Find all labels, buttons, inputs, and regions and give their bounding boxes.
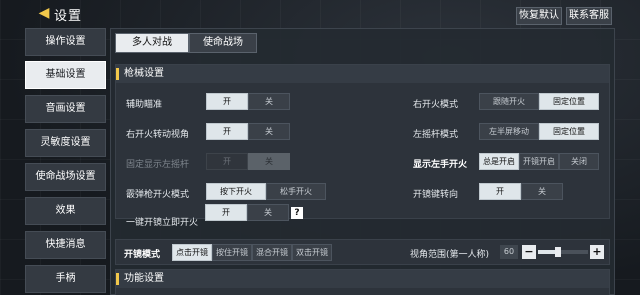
fov-slider-thumb[interactable] — [555, 247, 561, 257]
sidebar-item-controller[interactable]: 手柄 — [25, 265, 106, 293]
fixed-left-stick-off: 关 — [248, 153, 290, 170]
sidebar-item-audio-video[interactable]: 音画设置 — [25, 95, 106, 123]
scope-key-turn-on[interactable]: 开 — [479, 183, 521, 200]
contact-support-button[interactable]: 联系客服 — [566, 7, 612, 25]
aim-assist-on[interactable]: 开 — [206, 93, 248, 110]
fixed-left-stick-on: 开 — [206, 153, 248, 170]
section-title-gun: 枪械设置 — [116, 65, 609, 83]
tab-multiplayer[interactable]: 多人对战 — [115, 33, 189, 53]
shotgun-fire-mode-label: 霰弹枪开火模式 — [126, 190, 190, 200]
sidebar: 操作设置 基础设置 音画设置 灵敏度设置 使命战场设置 效果 快捷消息 手柄 — [25, 28, 106, 295]
fov-value: 60 — [500, 245, 518, 259]
sidebar-item-battle-royale[interactable]: 使命战场设置 — [25, 163, 106, 191]
one-tap-scope-fire-on[interactable]: 开 — [205, 204, 247, 221]
scope-mode-label: 开镜模式 — [124, 250, 161, 260]
section-title-function: 功能设置 — [116, 270, 609, 288]
shotgun-release-fire[interactable]: 松手开火 — [266, 183, 326, 200]
left-fire-on-scope[interactable]: 开镜开启 — [519, 153, 559, 170]
left-fire-always[interactable]: 总是开启 — [479, 153, 519, 170]
right-fire-turn-label: 右开火转动视角 — [126, 130, 190, 140]
main-panel: 多人对战 使命战场 枪械设置 辅助瞄准 开 关 右开火转动视角 开 关 固定显示… — [110, 28, 615, 295]
header: ◀ 设置 恢复默认 联系客服 — [0, 0, 640, 28]
right-fire-follow[interactable]: 跟随开火 — [479, 93, 539, 110]
show-left-fire-label: 显示左手开火 — [413, 160, 468, 170]
right-fire-turn-on[interactable]: 开 — [206, 123, 248, 140]
left-stick-half-screen[interactable]: 左半屏移动 — [479, 123, 539, 140]
back-chevron-icon[interactable]: ◀ — [36, 4, 52, 22]
fov-slider[interactable] — [538, 247, 588, 257]
gun-settings-section: 枪械设置 辅助瞄准 开 关 右开火转动视角 开 关 固定显示左摇杆 开 关 霰弹… — [115, 64, 610, 228]
sidebar-item-controls[interactable]: 操作设置 — [25, 28, 106, 56]
restore-default-button[interactable]: 恢复默认 — [516, 7, 562, 25]
scope-mode-tap[interactable]: 点击开镜 — [172, 244, 212, 261]
page-title: 设置 — [54, 9, 83, 24]
right-fire-fixed[interactable]: 固定位置 — [539, 93, 599, 110]
scope-key-turn-off[interactable]: 关 — [521, 183, 563, 200]
one-tap-scope-fire-off[interactable]: 关 — [247, 204, 289, 221]
fov-label: 视角范围(第一人称) — [410, 250, 490, 260]
left-fire-off[interactable]: 关闭 — [559, 153, 599, 170]
scope-mode-hold[interactable]: 按住开镜 — [212, 244, 252, 261]
aim-assist-off[interactable]: 关 — [248, 93, 290, 110]
fov-plus-button[interactable]: + — [590, 245, 604, 259]
sidebar-item-quick-messages[interactable]: 快捷消息 — [25, 231, 106, 259]
one-tap-scope-fire-label: 一键开镜立即开火 — [126, 218, 199, 228]
sidebar-item-basic[interactable]: 基础设置 — [25, 61, 106, 89]
function-settings-section: 功能设置 — [115, 269, 610, 295]
tab-battle-royale[interactable]: 使命战场 — [189, 33, 257, 53]
scope-mode-mixed[interactable]: 混合开镜 — [252, 244, 292, 261]
left-stick-mode-label: 左摇杆模式 — [413, 130, 459, 140]
scope-key-turn-label: 开镜键转向 — [413, 190, 459, 200]
right-fire-mode-label: 右开火模式 — [413, 100, 459, 110]
sidebar-item-sensitivity[interactable]: 灵敏度设置 — [25, 129, 106, 157]
scope-mode-section: 开镜模式 点击开镜 按住开镜 混合开镜 双击开镜 视角范围(第一人称) 60 −… — [115, 239, 610, 265]
right-fire-turn-off[interactable]: 关 — [248, 123, 290, 140]
fov-minus-button[interactable]: − — [522, 245, 536, 259]
aim-assist-label: 辅助瞄准 — [126, 100, 163, 110]
help-icon[interactable]: ? — [291, 207, 303, 219]
sidebar-item-effects[interactable]: 效果 — [25, 197, 106, 225]
left-stick-fixed[interactable]: 固定位置 — [539, 123, 599, 140]
fixed-left-stick-label: 固定显示左摇杆 — [126, 160, 190, 170]
scope-mode-double-tap[interactable]: 双击开镜 — [292, 244, 332, 261]
shotgun-press-fire[interactable]: 按下开火 — [206, 183, 266, 200]
